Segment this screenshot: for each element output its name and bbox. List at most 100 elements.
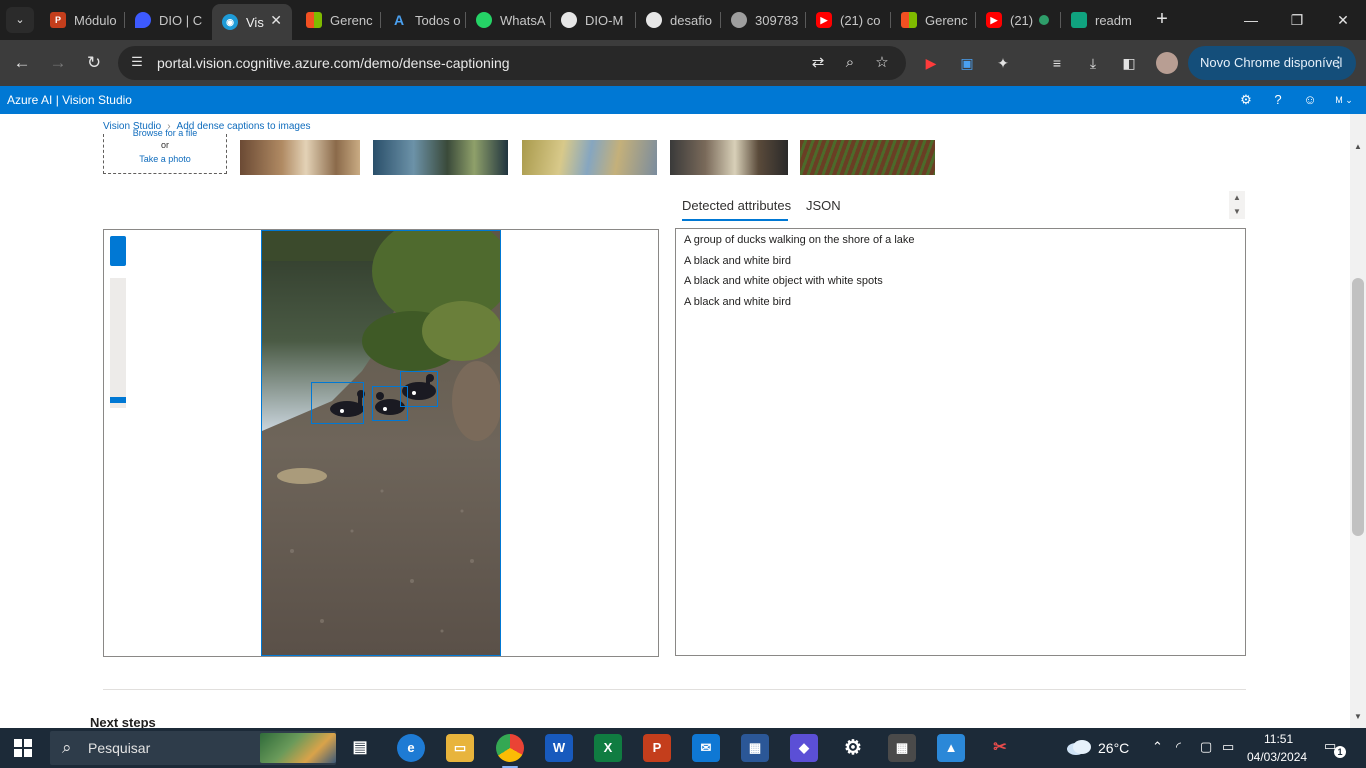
active-tab-underline <box>682 219 788 221</box>
microsoft-icon <box>901 12 917 28</box>
settings-icon[interactable]: ⚙ <box>839 734 867 762</box>
back-button[interactable]: ← <box>10 51 34 75</box>
photos-icon[interactable]: ▲ <box>937 734 965 762</box>
zoom-slider-handle[interactable] <box>110 236 126 266</box>
battery-icon[interactable]: ▭ <box>1222 739 1234 755</box>
dio-icon <box>135 12 151 28</box>
browser-tab[interactable]: DIO-M <box>551 4 635 36</box>
caption-item[interactable]: A black and white bird <box>684 255 791 267</box>
help-icon[interactable]: ? <box>1269 91 1287 109</box>
profile-avatar[interactable] <box>1156 52 1178 74</box>
tab-search-button[interactable]: ⌄ <box>6 7 34 33</box>
site-info-icon[interactable]: ☰ <box>128 54 146 72</box>
feedback-smiley-icon[interactable]: ☺ <box>1301 91 1319 109</box>
calculator-icon[interactable]: ▦ <box>888 734 916 762</box>
browser-tab[interactable]: DIO | C <box>125 4 209 36</box>
browser-tab[interactable]: A Todos o <box>381 4 465 36</box>
browser-tab[interactable]: WhatsA <box>466 4 550 36</box>
scroll-up-icon[interactable]: ▲ <box>1229 191 1245 205</box>
caption-item[interactable]: A black and white bird <box>684 296 791 308</box>
more-menu-icon[interactable]: ⋮ <box>1331 46 1346 80</box>
azure-icon: A <box>393 12 405 28</box>
powerpoint-icon: P <box>50 12 66 28</box>
account-menu[interactable]: M ⌄ <box>1330 91 1358 109</box>
extension-icon[interactable]: ▣ <box>956 52 978 74</box>
browse-file-link[interactable]: Browse for a file <box>104 128 226 138</box>
browser-tab[interactable]: ▶ (21) <box>976 4 1060 36</box>
copilot-icon[interactable]: ◆ <box>790 734 818 762</box>
tray-chevron-icon[interactable]: ⌃ <box>1152 739 1163 755</box>
caption-item[interactable]: A group of ducks walking on the shore of… <box>684 234 915 246</box>
browser-tab[interactable]: ▶ (21) co <box>806 4 890 36</box>
address-bar[interactable]: ☰ portal.vision.cognitive.azure.com/demo… <box>118 46 906 80</box>
take-photo-link[interactable]: Take a photo <box>104 154 226 164</box>
weather-temperature[interactable]: 26°C <box>1098 740 1129 756</box>
whatsapp-icon <box>476 12 492 28</box>
windows-start-button[interactable] <box>14 739 32 757</box>
browser-tab[interactable]: P Módulo <box>40 4 124 36</box>
media-control-icon[interactable]: ≡ <box>1046 52 1068 74</box>
image-upload-dropzone[interactable]: Browse for a file or Take a photo <box>103 128 227 174</box>
sample-image-office[interactable] <box>373 140 508 175</box>
browser-tab[interactable]: Gerenc <box>296 4 380 36</box>
tab-json[interactable]: JSON <box>806 198 841 213</box>
sample-image-subway[interactable] <box>670 140 788 175</box>
network-icon[interactable]: ▢ <box>1200 739 1212 755</box>
side-panel-icon[interactable]: ◧ <box>1118 52 1140 74</box>
clock-time[interactable]: 11:51 <box>1264 732 1293 746</box>
zoom-slider-marker[interactable] <box>110 397 126 403</box>
bookmark-star-icon[interactable]: ☆ <box>872 53 892 73</box>
restore-button[interactable]: ❐ <box>1274 0 1320 40</box>
word-icon[interactable]: W <box>545 734 573 762</box>
wifi-icon[interactable]: ◜ <box>1176 739 1181 755</box>
bounding-box[interactable] <box>311 382 364 424</box>
edge-icon[interactable]: e <box>397 734 425 762</box>
browser-tab[interactable]: Gerenc <box>891 4 975 36</box>
minimize-button[interactable]: — <box>1228 0 1274 40</box>
browser-tab[interactable]: desafio <box>636 4 720 36</box>
translate-icon[interactable]: ⇄ <box>808 53 828 73</box>
browser-tab[interactable]: 309783 <box>721 4 805 36</box>
store-icon[interactable]: ▦ <box>741 734 769 762</box>
new-tab-button[interactable]: + <box>1151 8 1173 30</box>
mail-icon[interactable]: ✉ <box>692 734 720 762</box>
scrollbar-thumb[interactable] <box>1352 278 1364 536</box>
zoom-slider-track[interactable] <box>110 278 126 408</box>
tab-detected-attributes[interactable]: Detected attributes <box>682 198 791 213</box>
browser-tab-active[interactable]: ◉ Vis ✕ <box>212 4 292 40</box>
close-tab-icon[interactable]: ✕ <box>270 12 282 29</box>
browser-toolbar: ← → ↻ ☰ portal.vision.cognitive.azure.co… <box>0 40 1366 86</box>
brand-title[interactable]: Azure AI | Vision Studio <box>7 93 132 107</box>
settings-gear-icon[interactable]: ⚙ <box>1237 91 1255 109</box>
scroll-down-arrow-icon[interactable]: ▼ <box>1350 712 1366 726</box>
tabs-scroll-control[interactable]: ▲ ▼ <box>1229 191 1245 219</box>
azure-header: Azure AI | Vision Studio ⚙ ? ☺ M ⌄ <box>0 86 1366 114</box>
sample-image-map-hands[interactable] <box>522 140 657 175</box>
video-extension-icon[interactable]: ▶ <box>920 52 942 74</box>
downloads-icon[interactable]: ⤓ <box>1082 52 1104 74</box>
scroll-up-arrow-icon[interactable]: ▲ <box>1350 142 1366 156</box>
extensions-puzzle-icon[interactable]: ✦ <box>992 52 1014 74</box>
clock-date[interactable]: 04/03/2024 <box>1247 750 1307 764</box>
forward-button[interactable]: → <box>46 51 70 75</box>
chrome-icon[interactable] <box>496 734 524 762</box>
cloud-weather-icon[interactable] <box>1066 738 1092 756</box>
taskbar-search-box[interactable]: ⌕ Pesquisar <box>50 731 336 765</box>
reload-button[interactable]: ↻ <box>82 51 106 75</box>
file-explorer-icon[interactable]: ▭ <box>446 734 474 762</box>
page-scrollbar[interactable]: ▲ ▼ <box>1350 114 1366 728</box>
bounding-box[interactable] <box>400 371 438 407</box>
task-view-icon[interactable]: ▤ <box>346 734 374 762</box>
sample-image-living-room[interactable] <box>240 140 360 175</box>
caption-item[interactable]: A black and white object with white spot… <box>684 275 883 287</box>
scroll-down-icon[interactable]: ▼ <box>1229 205 1245 219</box>
sample-image-farm-field[interactable] <box>800 140 935 175</box>
close-window-button[interactable]: ✕ <box>1320 0 1366 40</box>
snipping-tool-icon[interactable]: ✂ <box>986 734 1014 762</box>
zoom-icon[interactable]: ⌕ <box>840 53 860 73</box>
powerpoint-taskbar-icon[interactable]: P <box>643 734 671 762</box>
chrome-update-button[interactable]: Novo Chrome disponível ⋮ <box>1188 46 1356 80</box>
notification-center-icon[interactable]: ▭ 1 <box>1324 738 1346 758</box>
excel-icon[interactable]: X <box>594 734 622 762</box>
browser-tab[interactable]: readm <box>1061 4 1145 36</box>
